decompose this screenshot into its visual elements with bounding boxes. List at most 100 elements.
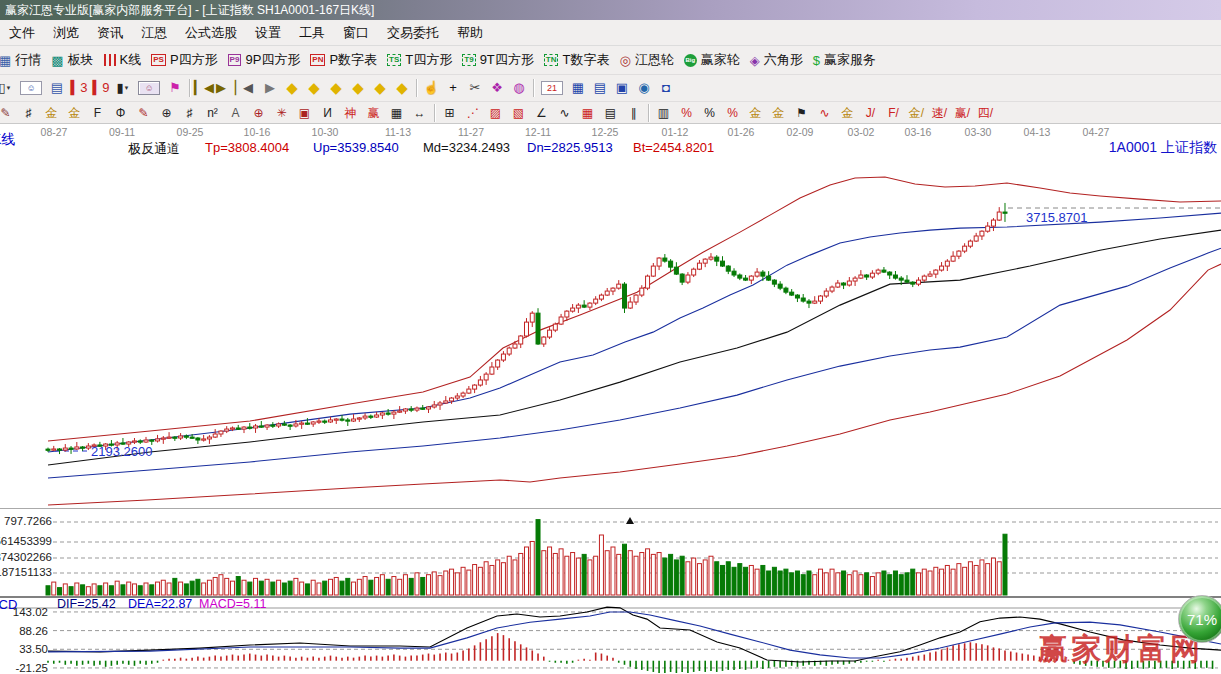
icon-43-icon[interactable]: 赢/ (951, 104, 974, 122)
icon-32-icon[interactable]: % (698, 104, 721, 122)
kline-type-icon[interactable]: ▯▼ (0, 78, 16, 98)
tool-t-table-button[interactable]: TNT数字表 (539, 46, 615, 74)
user-icon[interactable]: ◘ (655, 78, 677, 98)
tool-p-square-button[interactable]: PSP四方形 (146, 46, 222, 74)
menu-item-0[interactable]: 文件 (0, 24, 44, 42)
tool-quotes-button[interactable]: ▦行情 (0, 46, 46, 74)
progress-badge[interactable]: 71% (1178, 595, 1221, 643)
menu-item-6[interactable]: 工具 (290, 24, 334, 42)
icon-14-icon[interactable]: И (316, 104, 339, 122)
menu-item-9[interactable]: 帮助 (448, 24, 492, 42)
bars-3-icon[interactable]: ▍3 (68, 78, 90, 98)
icon-30-icon[interactable]: ▥ (652, 104, 675, 122)
icon-20-icon[interactable]: ⊞ (438, 104, 461, 122)
icon-3-icon[interactable]: 金 (63, 104, 86, 122)
icon-34-icon[interactable]: 金 (744, 104, 767, 122)
icon-44-icon[interactable]: 四/ (974, 104, 997, 122)
icon-17-icon[interactable]: ▦ (385, 104, 408, 122)
icon-25-icon[interactable]: ∿ (553, 104, 576, 122)
menu-item-1[interactable]: 浏览 (44, 24, 88, 42)
icon-41-icon[interactable]: 金/ (905, 104, 928, 122)
icon-11-icon[interactable]: ⊕ (247, 104, 270, 122)
title-bar: 赢家江恩专业版[赢家内部服务平台] - [上证指数 SH1A0001-167日K… (0, 0, 1221, 20)
icon-4-icon[interactable]: F (86, 104, 109, 122)
cross-icon[interactable]: + (442, 78, 464, 98)
icon-15-icon[interactable]: 神 (339, 104, 362, 122)
icon-37-icon[interactable]: ∿ (813, 104, 836, 122)
calendar-icon[interactable]: 21 (541, 81, 563, 95)
first-icon[interactable]: ▎◀ (193, 78, 215, 98)
icon-12-icon[interactable]: ✳ (270, 104, 293, 122)
tool-t-square-button[interactable]: TST四方形 (382, 46, 457, 74)
last-icon[interactable]: ▶▕ (215, 78, 237, 98)
icon-22-icon[interactable]: ▨ (484, 104, 507, 122)
pattern-icon[interactable]: ☺ (20, 81, 42, 95)
icon-39-icon[interactable]: J/ (859, 104, 882, 122)
icon-26-icon[interactable]: ▦ (576, 104, 599, 122)
tool-blocks-button[interactable]: ▩板块 (46, 46, 98, 74)
icon-27-icon[interactable]: ▤ (599, 104, 622, 122)
icon-28-icon[interactable]: ∥ (622, 104, 645, 122)
icon-10-icon[interactable]: A (224, 104, 247, 122)
menu-item-8[interactable]: 交易委托 (378, 24, 448, 42)
icon-35-icon[interactable]: 金 (767, 104, 790, 122)
chart-area[interactable]: K线 MACD 1A0001 上证指数 赢家财富网 71% 08-2709-11… (0, 124, 1221, 674)
tool-p-table-button[interactable]: PNP数字表 (305, 46, 382, 74)
pattern-active-icon[interactable]: ☺ (138, 81, 160, 95)
tool-winner-service-button[interactable]: $赢家服务 (808, 46, 881, 74)
dia-3-icon[interactable]: ◆ (325, 78, 347, 98)
price-annotation-0: 2193.2600 (91, 444, 152, 459)
tool-gann-wheel-button[interactable]: ◎江恩轮 (614, 46, 678, 74)
candle-style-icon[interactable]: ▮▼ (112, 78, 134, 98)
cut-icon[interactable]: ✂ (464, 78, 486, 98)
icon-21-icon[interactable]: ⋰ (461, 104, 484, 122)
dia-2-icon[interactable]: ◆ (303, 78, 325, 98)
dia-1-icon[interactable]: ◆ (281, 78, 303, 98)
menu-item-7[interactable]: 窗口 (334, 24, 378, 42)
menu-item-3[interactable]: 江恩 (132, 24, 176, 42)
tool-p9-square-button[interactable]: P99P四方形 (223, 46, 306, 74)
menu-item-2[interactable]: 资讯 (88, 24, 132, 42)
icon-42-icon[interactable]: 速/ (928, 104, 951, 122)
tool-winner-wheel-icon: Big (684, 54, 697, 67)
icon-1-icon[interactable]: ♯ (17, 104, 40, 122)
web-icon[interactable]: ◉ (633, 78, 655, 98)
tool-winner-wheel-button[interactable]: Big赢家轮 (679, 46, 745, 74)
hand-icon[interactable]: ☝ (420, 78, 442, 98)
icon-5-icon[interactable]: Φ (109, 104, 132, 122)
icon-2-icon[interactable]: 金 (40, 104, 63, 122)
icon-40-icon[interactable]: F/ (882, 104, 905, 122)
dia-5-icon[interactable]: ◆ (369, 78, 391, 98)
icon-16-icon[interactable]: 赢 (362, 104, 385, 122)
next-icon[interactable]: ▶ (259, 78, 281, 98)
menu-item-5[interactable]: 设置 (246, 24, 290, 42)
icon-33-icon[interactable]: % (721, 104, 744, 122)
tool-a-icon[interactable]: ❖ (486, 78, 508, 98)
icon-38-icon[interactable]: 金 (836, 104, 859, 122)
menu-item-4[interactable]: 公式选股 (176, 24, 246, 42)
calculator-icon[interactable]: ▦ (567, 78, 589, 98)
tool-kline-button[interactable]: K线 (99, 46, 147, 74)
icon-36-icon[interactable]: ⚑ (790, 104, 813, 122)
icon-24-icon[interactable]: ∠ (530, 104, 553, 122)
tool-b-icon[interactable]: ◍ (508, 78, 530, 98)
save-icon[interactable]: ▣ (611, 78, 633, 98)
icon-7-icon[interactable]: ⊕ (155, 104, 178, 122)
icon-8-icon[interactable]: ♯ (178, 104, 201, 122)
icon-13-icon[interactable]: ▣ (293, 104, 316, 122)
list-icon[interactable]: ▤ (46, 78, 68, 98)
dia-6-icon[interactable]: ◆ (391, 78, 413, 98)
flag-icon[interactable]: ⚑ (164, 78, 186, 98)
icon-0-icon[interactable]: ✎ (0, 104, 17, 122)
icon-9-icon[interactable]: n² (201, 104, 224, 122)
notes-icon[interactable]: ▤ (589, 78, 611, 98)
icon-6-icon[interactable]: ✎ (132, 104, 155, 122)
icon-23-icon[interactable]: ▧ (507, 104, 530, 122)
tool-t9-square-button[interactable]: T99T四方形 (457, 46, 539, 74)
icon-31-icon[interactable]: % (675, 104, 698, 122)
icon-18-icon[interactable]: ↔ (408, 104, 431, 122)
dia-4-icon[interactable]: ◆ (347, 78, 369, 98)
prev-icon[interactable]: ◀ (237, 78, 259, 98)
tool-hexagon-button[interactable]: ◈六角形 (745, 46, 808, 74)
bars-9-icon[interactable]: ▍9 (90, 78, 112, 98)
